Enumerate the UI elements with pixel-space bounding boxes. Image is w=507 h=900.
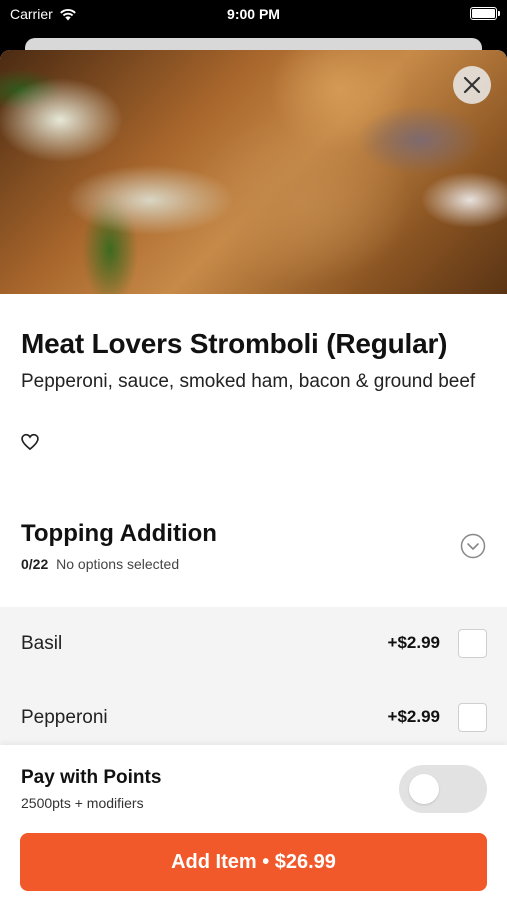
option-name: Basil xyxy=(21,633,63,654)
status-time: 9:00 PM xyxy=(227,6,280,22)
heart-outline-icon xyxy=(21,433,39,451)
chevron-down-circle-icon xyxy=(460,533,486,559)
close-icon xyxy=(463,76,481,94)
pay-with-points-toggle[interactable] xyxy=(399,765,487,813)
topping-options-list: Basil +$2.99 Pepperoni +$2.99 xyxy=(0,607,507,747)
close-button[interactable] xyxy=(453,66,491,104)
topping-section-title: Topping Addition xyxy=(21,520,217,547)
item-hero-image xyxy=(0,50,507,294)
checkout-footer: Pay with Points 2500pts + modifiers Add … xyxy=(0,745,507,900)
pay-with-points-title: Pay with Points xyxy=(21,767,162,788)
selection-status: No options selected xyxy=(56,556,180,572)
topping-section-toggle[interactable] xyxy=(460,533,486,559)
option-checkbox[interactable] xyxy=(458,629,487,658)
option-row[interactable]: Pepperoni +$2.99 xyxy=(0,681,507,755)
topping-section-status: 0/22 No options selected xyxy=(21,556,179,572)
option-name: Pepperoni xyxy=(21,707,108,728)
item-detail-sheet: Meat Lovers Stromboli (Regular) Pepperon… xyxy=(0,50,507,900)
add-item-button[interactable]: Add Item • $26.99 xyxy=(20,833,487,891)
favorite-button[interactable] xyxy=(20,432,42,454)
selected-count: 0/22 xyxy=(21,556,49,572)
option-price: +$2.99 xyxy=(387,707,440,726)
battery-icon xyxy=(470,7,500,20)
pay-with-points-subtitle: 2500pts + modifiers xyxy=(21,795,144,811)
option-price: +$2.99 xyxy=(387,633,440,652)
option-row[interactable]: Basil +$2.99 xyxy=(0,607,507,681)
option-checkbox[interactable] xyxy=(458,703,487,732)
item-title: Meat Lovers Stromboli (Regular) xyxy=(21,328,448,359)
item-description: Pepperoni, sauce, smoked ham, bacon & gr… xyxy=(21,371,476,392)
status-bar: Carrier 9:00 PM xyxy=(0,0,507,30)
toggle-knob xyxy=(409,774,439,804)
